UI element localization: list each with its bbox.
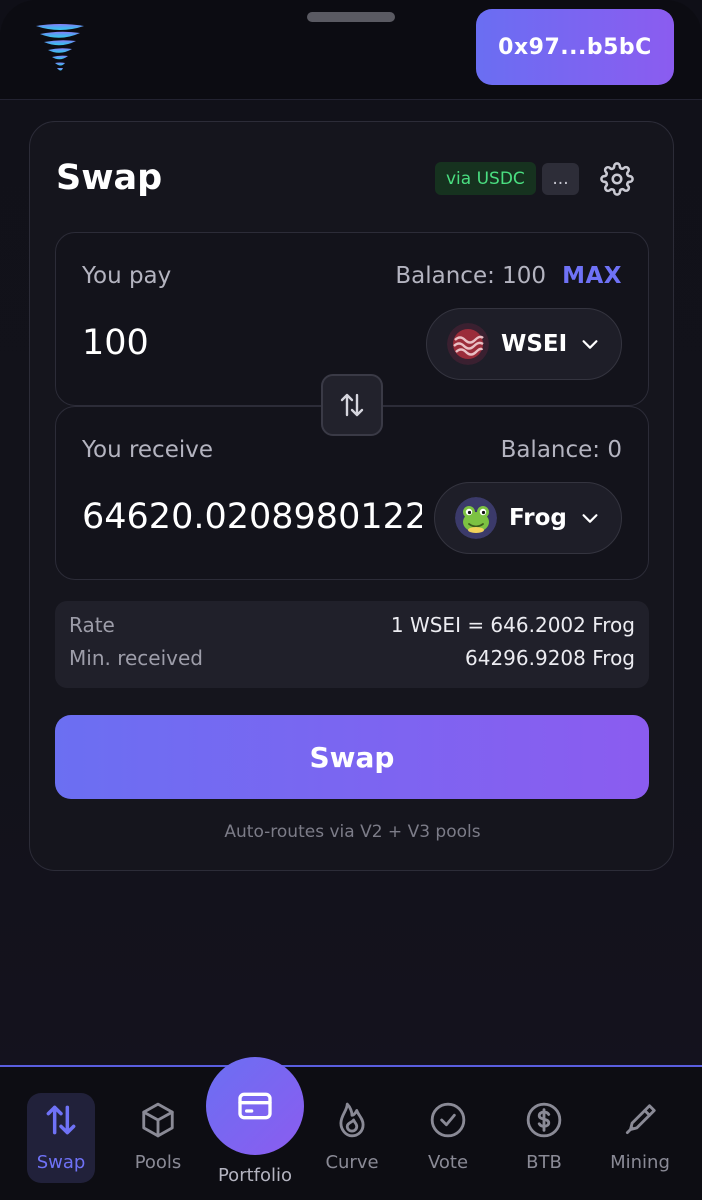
nav-label-pools: Pools (134, 1152, 182, 1173)
nav-item-btb[interactable]: BTB (504, 1093, 584, 1183)
pickaxe-icon (625, 1104, 656, 1135)
receive-token-selector[interactable]: Frog (434, 482, 622, 554)
chevron-down-icon (582, 514, 598, 523)
switch-direction-button[interactable] (321, 374, 383, 436)
nav-item-vote[interactable]: Vote (408, 1093, 488, 1183)
pay-balance-row: Balance: 100 MAX (395, 263, 622, 289)
min-received-value: 64296.9208 Frog (465, 646, 635, 670)
rate-row: Rate 1 WSEI = 646.2002 Frog (69, 613, 635, 643)
receive-balance-row: Balance: 0 (501, 437, 622, 463)
tornado-logo-icon[interactable] (32, 20, 88, 76)
flame-icon (339, 1102, 365, 1138)
swap-arrows-icon (340, 393, 364, 417)
rate-value: 1 WSEI = 646.2002 Frog (390, 613, 635, 637)
route-badge: via USDC (435, 162, 536, 195)
rate-label: Rate (69, 613, 115, 637)
nav-item-curve[interactable]: Curve (312, 1093, 392, 1183)
sei-token-icon (447, 323, 489, 365)
routing-footnote: Auto-routes via V2 + V3 pools (224, 822, 481, 842)
nav-label-portfolio: Portfolio (217, 1165, 293, 1186)
pay-label: You pay (82, 263, 172, 289)
max-button[interactable]: MAX (562, 263, 622, 289)
wallet-address-button[interactable]: 0x97...b5bC (476, 9, 674, 85)
pay-token-selector[interactable]: WSEI (426, 308, 622, 380)
nav-label-swap: Swap (36, 1152, 86, 1173)
receive-token-name: Frog (509, 505, 567, 531)
pay-token-name: WSEI (501, 331, 568, 357)
dollar-coin-icon (526, 1102, 562, 1138)
pay-balance: Balance: 100 (395, 263, 547, 289)
nav-label-mining: Mining (610, 1152, 670, 1173)
nav-label-btb: BTB (526, 1152, 562, 1173)
swap-arrows-icon (46, 1105, 76, 1135)
top-header: 0x97...b5bC (0, 0, 702, 100)
check-circle-icon (430, 1102, 466, 1138)
gear-icon[interactable] (600, 162, 634, 196)
receive-label: You receive (82, 437, 214, 463)
nav-item-portfolio[interactable] (206, 1057, 304, 1155)
min-received-row: Min. received 64296.9208 Frog (69, 646, 635, 676)
cube-icon (142, 1102, 174, 1138)
nav-item-pools[interactable]: Pools (118, 1093, 198, 1183)
receive-amount-output[interactable]: 64620.020898012244 (82, 497, 422, 537)
receive-balance: Balance: 0 (500, 437, 622, 463)
bottom-nav: Swap Pools Portfolio Curve Vote BTB Mini… (0, 1057, 702, 1200)
swap-card: Swap via USDC ... You pay Balance: 100 M… (29, 121, 674, 871)
nav-label-vote: Vote (427, 1152, 469, 1173)
nav-item-swap[interactable]: Swap (27, 1093, 95, 1183)
frog-token-icon (455, 497, 497, 539)
nav-label-curve: Curve (325, 1152, 379, 1173)
card-icon (238, 1092, 272, 1120)
card-title: Swap (56, 158, 163, 198)
chevron-down-icon (582, 340, 598, 349)
swap-button[interactable]: Swap (55, 715, 649, 799)
pay-amount-input[interactable]: 100 (82, 323, 422, 363)
min-received-label: Min. received (69, 646, 203, 670)
app-screen: 0x97...b5bC Swap via USDC ... You pay Ba… (0, 0, 702, 1200)
swap-info-box: Rate 1 WSEI = 646.2002 Frog Min. receive… (55, 601, 649, 688)
nav-item-mining[interactable]: Mining (600, 1093, 680, 1183)
drag-handle (307, 12, 395, 22)
route-more-button[interactable]: ... (542, 163, 579, 195)
